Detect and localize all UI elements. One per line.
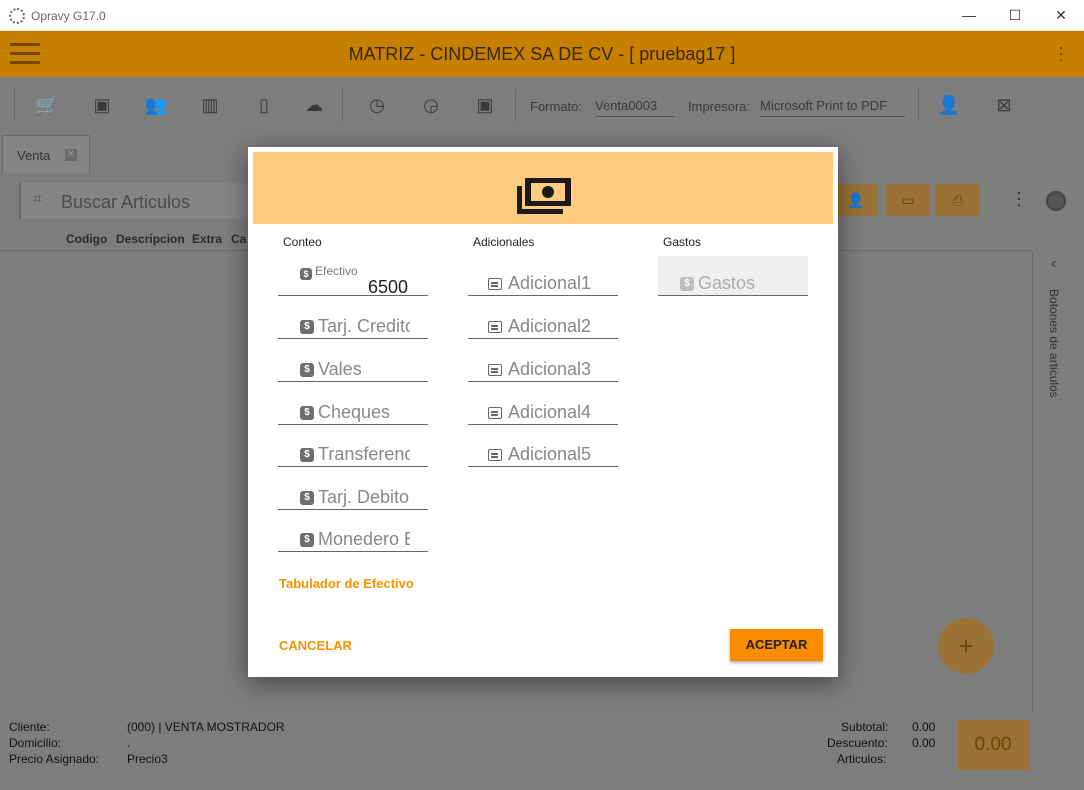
column-header-extra[interactable]: Extra [192,232,222,246]
dollar-icon: $ [680,277,694,291]
impresora-label: Impresora: [688,99,751,114]
cash-icon[interactable]: ▣ [90,93,114,117]
accept-button[interactable]: ACEPTAR [730,629,823,661]
dollar-icon: $ [300,320,314,334]
more-options-icon[interactable]: ⋮ [1052,44,1070,65]
formato-select[interactable]: Venta0003 [595,98,675,117]
window-title: Opravy G17.0 [31,9,106,23]
efectivo-label: $ Efectivo [300,264,358,280]
close-window-button[interactable]: ✕ [1038,0,1084,31]
column-header-descripcion[interactable]: Descripcion [116,232,185,246]
clock-icon[interactable]: ◷ [365,93,389,117]
comment-icon [488,407,502,419]
scan-icon[interactable]: ⌗ [33,191,42,209]
users-icon[interactable]: 👥 [144,93,168,117]
adicional1-field[interactable]: Adicional1 [468,256,618,296]
add-fab-button[interactable]: + [938,618,994,674]
history-icon[interactable]: ◶ [419,93,443,117]
descuento-label: Descuento: [827,736,888,750]
article-buttons-label[interactable]: Botones de articulos [1047,289,1061,398]
vales-field[interactable]: $ Vales [278,342,428,382]
payment-icon[interactable]: ▣ [473,93,497,117]
cliente-label: Cliente: [9,720,50,734]
transferencia-field[interactable]: $ Transferencia [278,427,428,467]
adicionales-title: Adicionales [473,235,535,249]
gastos-field[interactable]: $ Gastos [658,256,808,296]
cliente-value: (000) | VENTA MOSTRADOR [127,720,285,734]
comment-icon [488,364,502,376]
domicilio-value: . [127,736,131,750]
dollar-icon: $ [300,491,314,505]
dollar-icon: $ [300,448,314,462]
adicional3-field[interactable]: Adicional3 [468,342,618,382]
search-box[interactable]: ⌗ Buscar Articulos [19,183,249,219]
dialog-header [253,152,833,224]
tab-venta[interactable]: Venta ✕ [2,135,90,173]
comment-icon [488,321,502,333]
column-header-cantidad[interactable]: Ca [231,232,246,246]
dollar-icon: $ [300,268,312,280]
print-button[interactable]: ⎙ [936,184,980,216]
window-titlebar: Opravy G17.0 — ☐ ✕ [0,0,1084,31]
maximize-button[interactable]: ☐ [992,0,1038,31]
minimize-button[interactable]: — [946,0,992,31]
tarj-debito-field[interactable]: $ Tarj. Debito [278,470,428,510]
subtotal-label: Subtotal: [841,720,889,734]
gastos-title: Gastos [663,235,702,249]
tab-label: Venta [17,148,51,163]
articulos-label: Articulos: [837,752,887,766]
company-title: MATRIZ - CINDEMEX SA DE CV - [ pruebag17… [348,44,736,64]
comment-icon [488,278,502,290]
app-logo-icon [9,8,25,24]
formato-label: Formato: [530,99,583,114]
barcode-scan-icon[interactable]: ▥ [198,93,222,117]
adicional4-field[interactable]: Adicional4 [468,385,618,425]
mobile-icon[interactable]: ▯ [252,93,276,117]
cheques-field[interactable]: $ Cheques [278,385,428,425]
compass-icon[interactable] [1046,191,1066,211]
impresora-select[interactable]: Microsoft Print to PDF [760,98,905,117]
cancel-button[interactable]: CANCELAR [279,638,352,653]
descuento-value: 0.00 [912,736,936,750]
efectivo-field[interactable]: $ Efectivo 6500 [278,256,428,297]
money-icon [517,178,571,214]
article-buttons-panel: ‹ Botones de articulos [1032,251,1084,711]
chevron-left-icon[interactable]: ‹ [1051,255,1056,273]
tag-button[interactable]: ▭ [886,184,930,216]
comment-icon [488,449,502,461]
adicional5-field[interactable]: Adicional5 [468,427,618,467]
dollar-icon: $ [300,363,314,377]
tarj-credito-field[interactable]: $ Tarj. Credito [278,299,428,339]
precio-value: Precio3 [127,752,168,766]
more-options-icon[interactable]: ⋮ [1010,189,1028,210]
cash-count-dialog: Conteo Adicionales Gastos $ Efectivo 6500… [248,147,838,677]
cart-icon[interactable]: 🛒 [35,93,59,117]
dollar-icon: $ [300,533,314,547]
column-header-codigo[interactable]: Codigo [66,232,107,246]
efectivo-value: 6500 [367,277,408,297]
app-header: MATRIZ - CINDEMEX SA DE CV - [ pruebag17… [0,31,1084,77]
monedero-field[interactable]: $ Monedero Electronico [278,512,428,552]
precio-label: Precio Asignado: [9,752,100,766]
dollar-icon: $ [300,406,314,420]
adicional2-field[interactable]: Adicional2 [468,299,618,339]
domicilio-label: Domicilio: [9,736,62,750]
conteo-title: Conteo [283,235,322,249]
close-tab-icon[interactable]: ✕ [65,149,77,161]
subtotal-value: 0.00 [912,720,936,734]
add-client-button[interactable]: 👤 [834,184,878,216]
close-sale-icon[interactable]: ⊠ [992,93,1016,117]
total-amount[interactable]: 0.00 [957,720,1029,770]
search-placeholder: Buscar Articulos [61,192,191,212]
cloud-icon[interactable]: ☁ [302,93,326,117]
toolbar: 🛒 ▣ 👥 ▥ ▯ ☁ ◷ ◶ ▣ Formato: Venta0003 Imp… [0,77,1084,133]
tabulador-efectivo-link[interactable]: Tabulador de Efectivo [279,576,414,591]
assign-user-icon[interactable]: 👤 [937,93,961,117]
